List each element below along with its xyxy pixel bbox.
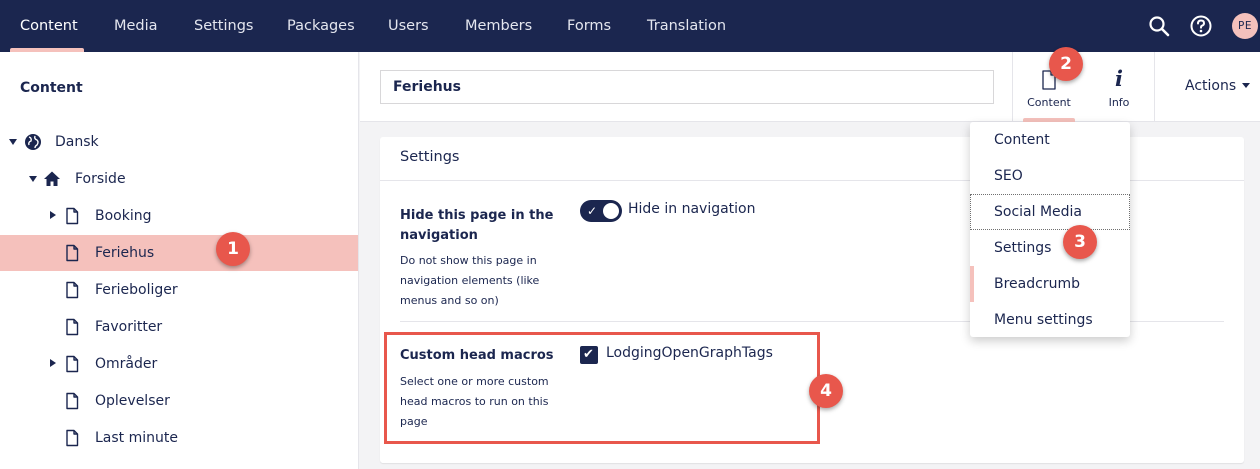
panel-title: Settings [400, 149, 460, 165]
property-label-hide-navigation: Hide this page in the navigation [400, 208, 554, 243]
nav-section-media[interactable]: Media [114, 0, 158, 52]
document-icon [63, 281, 81, 299]
tree-item-forside[interactable]: Forside [0, 161, 358, 197]
expand-caret-icon[interactable] [9, 139, 17, 145]
nav-section-users[interactable]: Users [388, 0, 429, 52]
document-icon [63, 429, 81, 447]
app-button-label: Info [1108, 96, 1130, 109]
tree-item-booking[interactable]: Booking [0, 198, 358, 234]
document-icon [63, 207, 81, 225]
tree-item-label: Områder [95, 356, 158, 372]
tree-item-label: Dansk [55, 134, 99, 150]
document-icon [63, 318, 81, 336]
dropdown-item-seo[interactable]: SEO [970, 158, 1130, 194]
header-divider [1154, 52, 1155, 122]
toggle-label: Hide in navigation [628, 201, 756, 217]
content-tree-sidebar: Content Dansk Forside Booking Feriehus F… [0, 52, 359, 469]
app-button-label: Content [1027, 96, 1071, 109]
tree-item-label: Booking [95, 208, 152, 224]
sidebar-title: Content [20, 80, 83, 96]
content-apps-dropdown: Content SEO Social Media Settings Breadc… [970, 122, 1130, 337]
dropdown-item-content[interactable]: Content [970, 122, 1130, 158]
actions-menu-button[interactable]: Actions [1185, 78, 1251, 94]
check-icon: ✓ [587, 204, 598, 218]
annotation-badge-1: 1 [216, 232, 250, 266]
nav-section-members[interactable]: Members [465, 0, 532, 52]
tree-item-omrader[interactable]: Områder [0, 346, 358, 382]
tree-item-label: Feriehus [95, 245, 155, 261]
tree-item-label: Ferieboliger [95, 282, 178, 298]
editor-header: Content i Info Actions [360, 52, 1260, 122]
tree-item-last-minute[interactable]: Last minute [0, 420, 358, 456]
toggle-knob [603, 203, 619, 219]
nav-section-translation[interactable]: Translation [647, 0, 726, 52]
collapse-caret-icon[interactable] [50, 359, 56, 367]
nav-section-packages[interactable]: Packages [287, 0, 355, 52]
top-navigation-bar: Content Media Settings Packages Users Me… [0, 0, 1260, 52]
tree-item-favoritter[interactable]: Favoritter [0, 309, 358, 345]
tree-item-dansk[interactable]: Dansk [0, 124, 358, 160]
tree-item-oplevelser[interactable]: Oplevelser [0, 383, 358, 419]
nav-section-forms[interactable]: Forms [567, 0, 611, 52]
search-icon[interactable] [1147, 14, 1171, 38]
tree-item-ferieboliger[interactable]: Ferieboliger [0, 272, 358, 308]
actions-label: Actions [1185, 78, 1237, 94]
globe-icon [24, 133, 42, 151]
app-button-info[interactable]: i Info [1085, 52, 1153, 122]
property-description-hide-navigation: Do not show this page in navigation elem… [400, 254, 540, 307]
dropdown-item-social-media[interactable]: Social Media [970, 194, 1130, 230]
node-name-input[interactable] [380, 70, 994, 104]
nav-section-content[interactable]: Content [20, 0, 78, 52]
help-icon[interactable] [1189, 14, 1213, 38]
annotation-highlight-box [384, 332, 820, 444]
hide-in-navigation-toggle[interactable]: ✓ [580, 200, 622, 222]
dropdown-item-breadcrumb[interactable]: Breadcrumb [970, 266, 1130, 302]
user-avatar[interactable]: PE [1232, 13, 1258, 39]
document-icon [63, 355, 81, 373]
tree-item-label: Favoritter [95, 319, 163, 335]
annotation-badge-4: 4 [809, 374, 843, 408]
annotation-badge-3: 3 [1063, 225, 1097, 259]
collapse-caret-icon[interactable] [50, 211, 56, 219]
chevron-down-icon [1242, 83, 1251, 88]
tree-item-label: Last minute [95, 430, 178, 446]
document-icon [63, 392, 81, 410]
tree-item-feriehus[interactable]: Feriehus [0, 235, 358, 271]
dropdown-item-settings[interactable]: Settings [970, 230, 1130, 266]
dropdown-item-menu-settings[interactable]: Menu settings [970, 302, 1130, 338]
tree-item-label: Oplevelser [95, 393, 170, 409]
info-icon: i [1115, 66, 1123, 91]
nav-section-settings[interactable]: Settings [194, 0, 253, 52]
document-icon [63, 244, 81, 262]
tree-item-label: Forside [75, 171, 126, 187]
home-icon [43, 170, 61, 188]
expand-caret-icon[interactable] [29, 176, 37, 182]
annotation-badge-2: 2 [1049, 47, 1083, 81]
